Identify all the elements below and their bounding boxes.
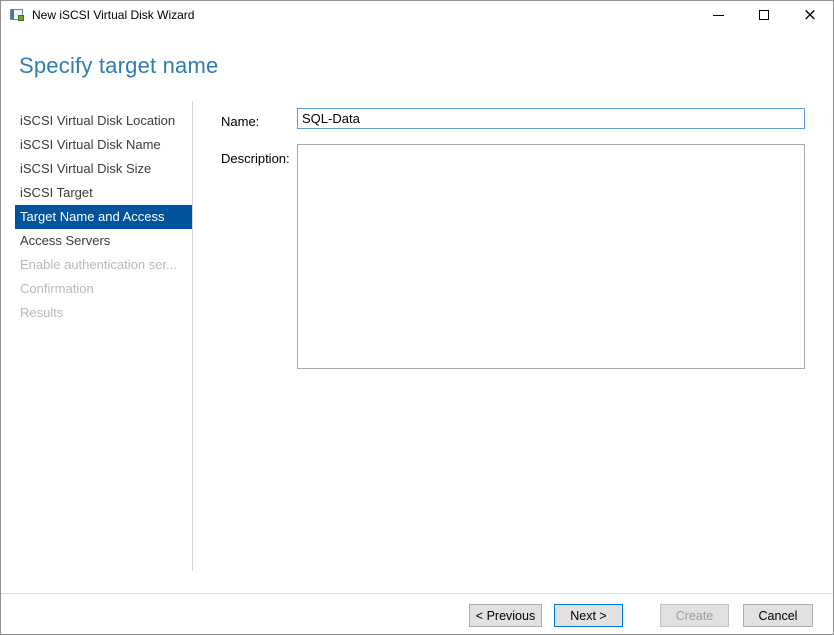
description-textarea[interactable] [297,144,805,369]
sidebar-item-disk-size[interactable]: iSCSI Virtual Disk Size [15,157,192,181]
name-label: Name: [221,114,260,129]
sidebar-item-enable-authentication: Enable authentication ser... [20,257,177,272]
close-button[interactable]: × [787,1,833,29]
cancel-button[interactable]: Cancel [743,604,813,627]
close-icon: × [802,4,818,25]
sidebar-item-disk-location[interactable]: iSCSI Virtual Disk Location [15,109,192,133]
sidebar-item-iscsi-target[interactable]: iSCSI Target [15,181,192,205]
sidebar-item-access-servers[interactable]: Access Servers [15,229,192,253]
next-button[interactable]: Next > [554,604,623,627]
minimize-button[interactable] [695,1,741,29]
description-label: Description: [221,151,290,166]
sidebar-item-disk-name[interactable]: iSCSI Virtual Disk Name [15,133,192,157]
wizard-steps-sidebar: iSCSI Virtual Disk Location iSCSI Virtua… [15,109,192,325]
window-title: New iSCSI Virtual Disk Wizard [32,8,195,22]
wizard-window: New iSCSI Virtual Disk Wizard × Specify … [0,0,834,635]
footer-divider [1,593,833,594]
sidebar-item-confirmation: Confirmation [20,281,94,296]
maximize-icon [759,10,769,20]
name-input[interactable] [297,108,805,129]
previous-button[interactable]: < Previous [469,604,542,627]
sidebar-divider [192,101,193,571]
wizard-app-icon [9,7,25,23]
title-bar: New iSCSI Virtual Disk Wizard × [1,1,833,29]
minimize-icon [712,14,724,16]
create-button: Create [660,604,729,627]
page-title: Specify target name [19,53,219,78]
maximize-button[interactable] [741,1,787,29]
sidebar-item-target-name-access[interactable]: Target Name and Access [15,205,192,229]
sidebar-item-results: Results [20,305,64,320]
window-controls: × [695,1,833,29]
